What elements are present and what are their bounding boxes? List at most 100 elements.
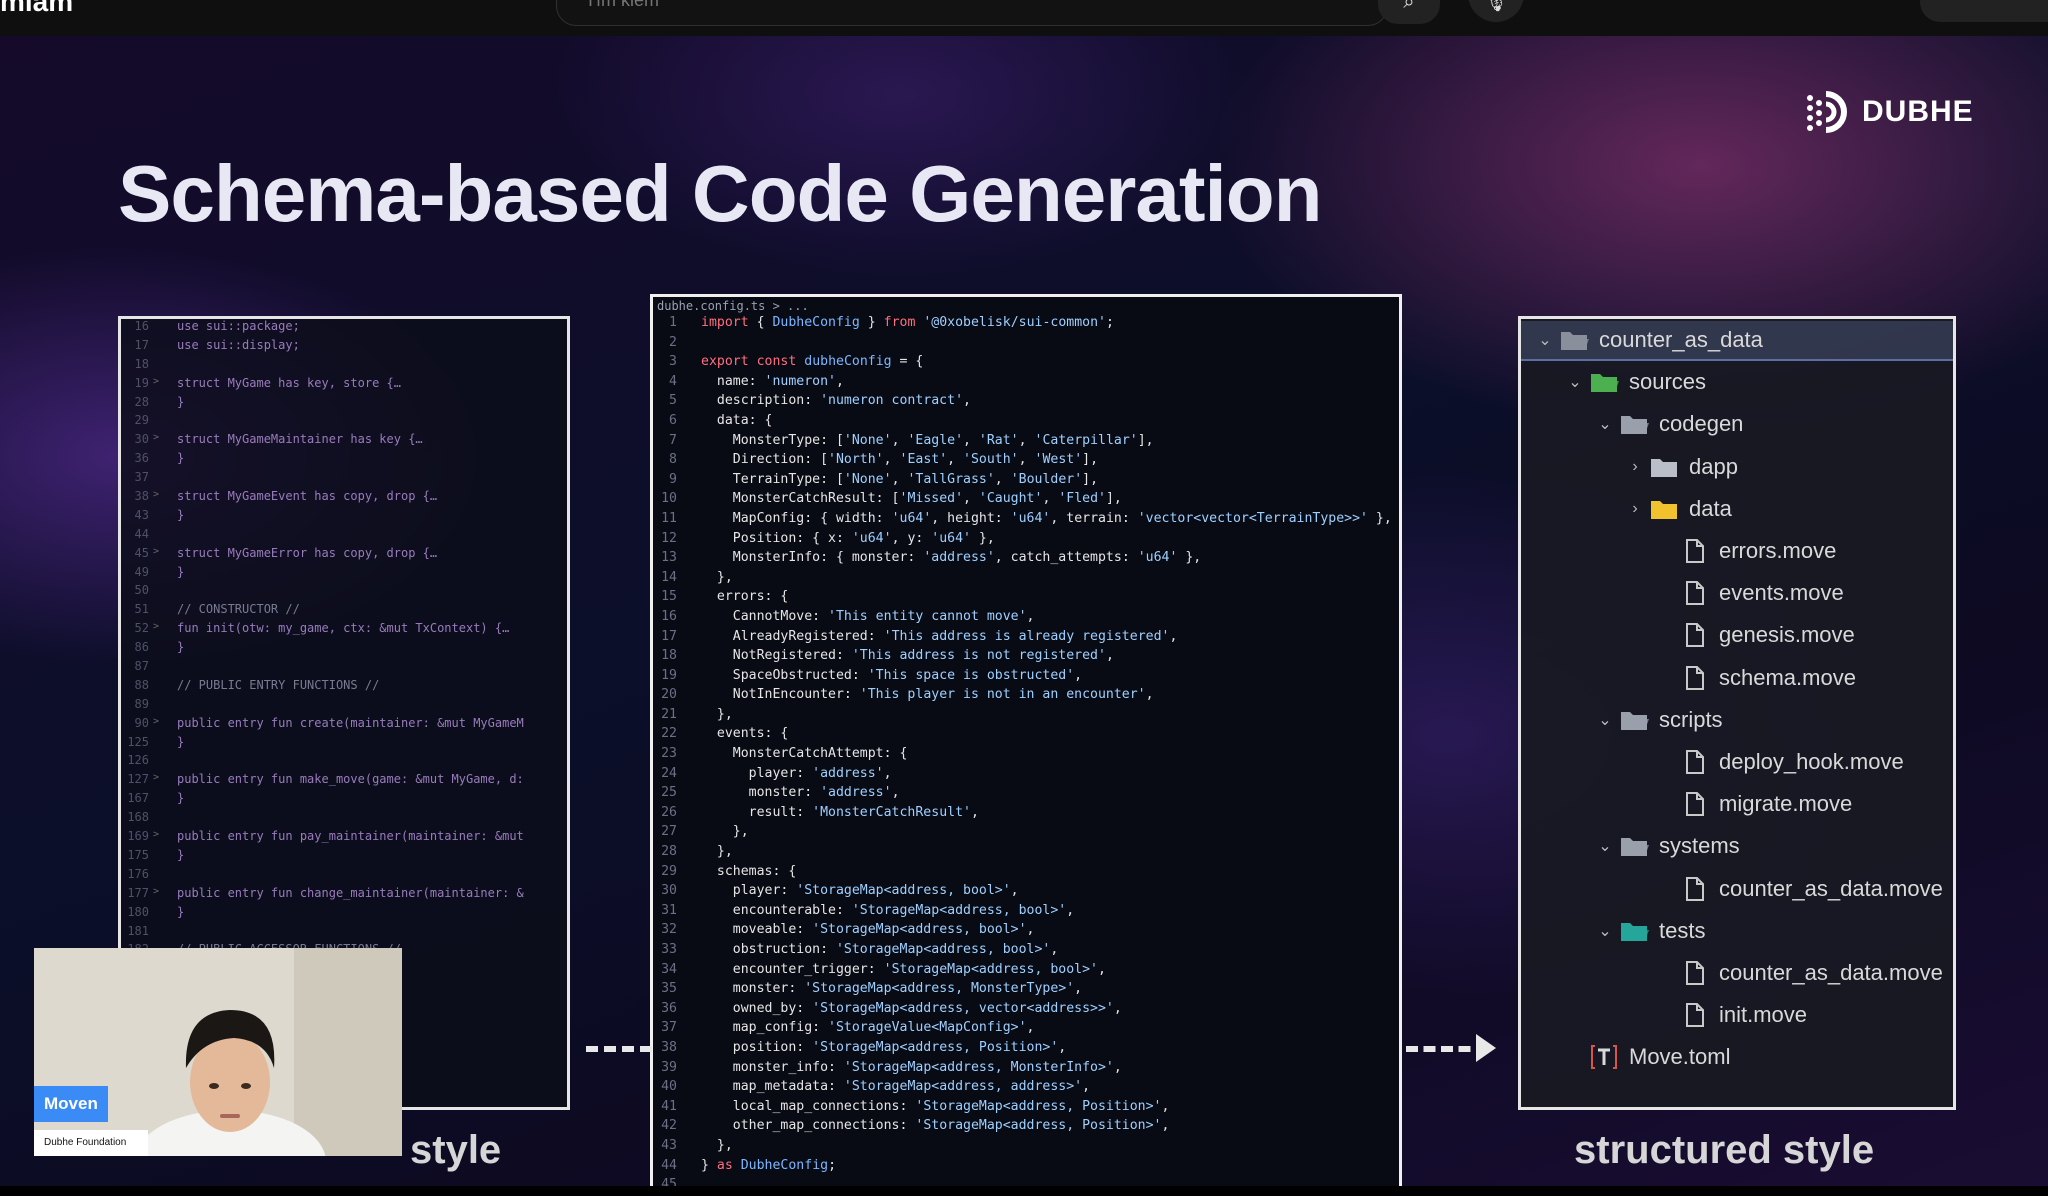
tree-file[interactable]: errors.move [1521, 532, 1953, 570]
fold-chevron-icon[interactable] [153, 395, 167, 414]
code-line: 1 import { DubheConfig } from '@0xobelisk… [653, 315, 1399, 335]
fold-chevron-icon[interactable]: > [153, 489, 167, 508]
search-box[interactable] [556, 0, 1388, 26]
tree-file[interactable]: schema.move [1521, 659, 1953, 697]
site-logo[interactable]: mlam [0, 0, 73, 18]
code-text: player: 'StorageMap<address, bool>', [701, 883, 1019, 899]
fold-chevron-icon[interactable] [153, 753, 167, 772]
code-line: 31 encounterable: 'StorageMap<address, b… [653, 903, 1399, 923]
code-line: 22 events: { [653, 726, 1399, 746]
search-input[interactable] [583, 0, 1187, 13]
line-number: 28 [134, 394, 149, 409]
code-text: other_map_connections: 'StorageMap<addre… [701, 1118, 1170, 1134]
fold-chevron-icon[interactable] [153, 735, 167, 754]
tree-file[interactable]: deploy_hook.move [1521, 743, 1953, 781]
fold-chevron-icon[interactable] [153, 791, 167, 810]
code-line: 9 TerrainType: ['None', 'TallGrass', 'Bo… [653, 472, 1399, 492]
tree-file[interactable]: counter_as_data.move [1521, 954, 1953, 992]
fold-chevron-icon[interactable] [153, 583, 167, 602]
chevron-down-icon[interactable]: ⌄ [1535, 330, 1555, 350]
code-text: public entry fun create(maintainer: &mut… [177, 715, 524, 730]
chevron-down-icon[interactable]: ⌄ [1595, 921, 1615, 941]
tree-file[interactable]: init.move [1521, 996, 1953, 1034]
chevron-right-icon[interactable]: › [1625, 500, 1645, 518]
create-button[interactable] [1920, 0, 2048, 22]
fold-chevron-icon[interactable] [153, 357, 167, 376]
fold-chevron-icon[interactable] [153, 338, 167, 357]
fold-chevron-icon[interactable] [153, 697, 167, 716]
fold-chevron-icon[interactable] [153, 810, 167, 829]
fold-chevron-icon[interactable] [153, 659, 167, 678]
code-line: 52 > fun init(otw: my_game, ctx: &mut TxCo… [121, 621, 567, 640]
line-number: 22 [661, 726, 677, 742]
fold-chevron-icon[interactable]: > [153, 376, 167, 395]
fold-chevron-icon[interactable]: > [153, 432, 167, 451]
tree-folder[interactable]: › data [1521, 490, 1953, 528]
fold-chevron-icon[interactable] [153, 905, 167, 924]
search-button[interactable]: ⌕ [1378, 0, 1440, 24]
code-line: 16 CannotMove: 'This entity cannot move'… [653, 609, 1399, 629]
tree-folder[interactable]: ⌄ sources [1521, 363, 1953, 401]
code-line: 33 obstruction: 'StorageMap<address, boo… [653, 942, 1399, 962]
line-number: 50 [134, 583, 149, 598]
code-text: CannotMove: 'This entity cannot move', [701, 608, 1035, 624]
code-line: 42 other_map_connections: 'StorageMap<ad… [653, 1118, 1399, 1138]
code-text: MonsterType: ['None', 'Eagle', 'Rat', 'C… [701, 432, 1154, 448]
fold-chevron-icon[interactable] [153, 867, 167, 886]
line-number: 30 [134, 432, 149, 447]
fold-chevron-icon[interactable] [153, 527, 167, 546]
chevron-down-icon[interactable]: ⌄ [1595, 710, 1615, 730]
tree-file[interactable]: migrate.move [1521, 785, 1953, 823]
folder-icon [1589, 369, 1619, 395]
chevron-down-icon[interactable]: ⌄ [1595, 414, 1615, 434]
chevron-right-icon[interactable]: › [1625, 458, 1645, 476]
code-line: 18 [121, 357, 567, 376]
tree-folder[interactable]: ⌄ codegen [1521, 405, 1953, 443]
fold-chevron-icon[interactable] [153, 470, 167, 489]
chevron-down-icon[interactable]: ⌄ [1565, 372, 1585, 392]
code-line: 19 SpaceObstructed: 'This space is obstr… [653, 668, 1399, 688]
line-number: 4 [669, 373, 677, 389]
bottom-strip [0, 1186, 2048, 1196]
tree-folder[interactable]: › dapp [1521, 448, 1953, 486]
code-line: 34 encounter_trigger: 'StorageMap<addres… [653, 962, 1399, 982]
code-line: 16 use sui::package; [121, 319, 567, 338]
code-line: 89 [121, 697, 567, 716]
fold-chevron-icon[interactable]: > [153, 772, 167, 791]
tree-file[interactable]: counter_as_data.move [1521, 870, 1953, 908]
fold-chevron-icon[interactable] [153, 508, 167, 527]
fold-chevron-icon[interactable]: > [153, 621, 167, 640]
tree-item-label: migrate.move [1719, 791, 1853, 817]
chevron-down-icon[interactable]: ⌄ [1595, 836, 1615, 856]
code-line: 28 }, [653, 844, 1399, 864]
fold-chevron-icon[interactable] [153, 678, 167, 697]
fold-chevron-icon[interactable] [153, 640, 167, 659]
fold-chevron-icon[interactable]: > [153, 886, 167, 905]
tree-file[interactable]: events.move [1521, 574, 1953, 612]
tree-file[interactable]: genesis.move [1521, 616, 1953, 654]
code-line: 38 position: 'StorageMap<address, Positi… [653, 1040, 1399, 1060]
fold-chevron-icon[interactable]: > [153, 546, 167, 565]
fold-chevron-icon[interactable]: > [153, 716, 167, 735]
tree-file[interactable]: Move.toml [1521, 1038, 1953, 1076]
fold-chevron-icon[interactable] [153, 924, 167, 943]
code-line: 127 > public entry fun make_move(game: &mu… [121, 772, 567, 791]
fold-chevron-icon[interactable] [153, 848, 167, 867]
line-number: 7 [669, 432, 677, 448]
tree-folder[interactable]: ⌄ systems [1521, 827, 1953, 865]
tree-folder[interactable]: ⌄ scripts [1521, 701, 1953, 739]
tree-folder[interactable]: ⌄ tests [1521, 912, 1953, 950]
fold-chevron-icon[interactable] [153, 602, 167, 621]
line-number: 177 [127, 885, 149, 900]
tree-folder[interactable]: ⌄ counter_as_data [1521, 321, 1953, 361]
code-line: 10 MonsterCatchResult: ['Missed', 'Caugh… [653, 491, 1399, 511]
code-line: 177 > public entry fun change_maintainer(m… [121, 886, 567, 905]
fold-chevron-icon[interactable]: > [153, 829, 167, 848]
line-number: 30 [661, 883, 677, 899]
voice-search-button[interactable]: 🎙 [1468, 0, 1524, 22]
fold-chevron-icon[interactable] [153, 319, 167, 338]
fold-chevron-icon[interactable] [153, 451, 167, 470]
fold-chevron-icon[interactable] [153, 565, 167, 584]
fold-chevron-icon[interactable] [153, 413, 167, 432]
line-number: 52 [134, 621, 149, 636]
